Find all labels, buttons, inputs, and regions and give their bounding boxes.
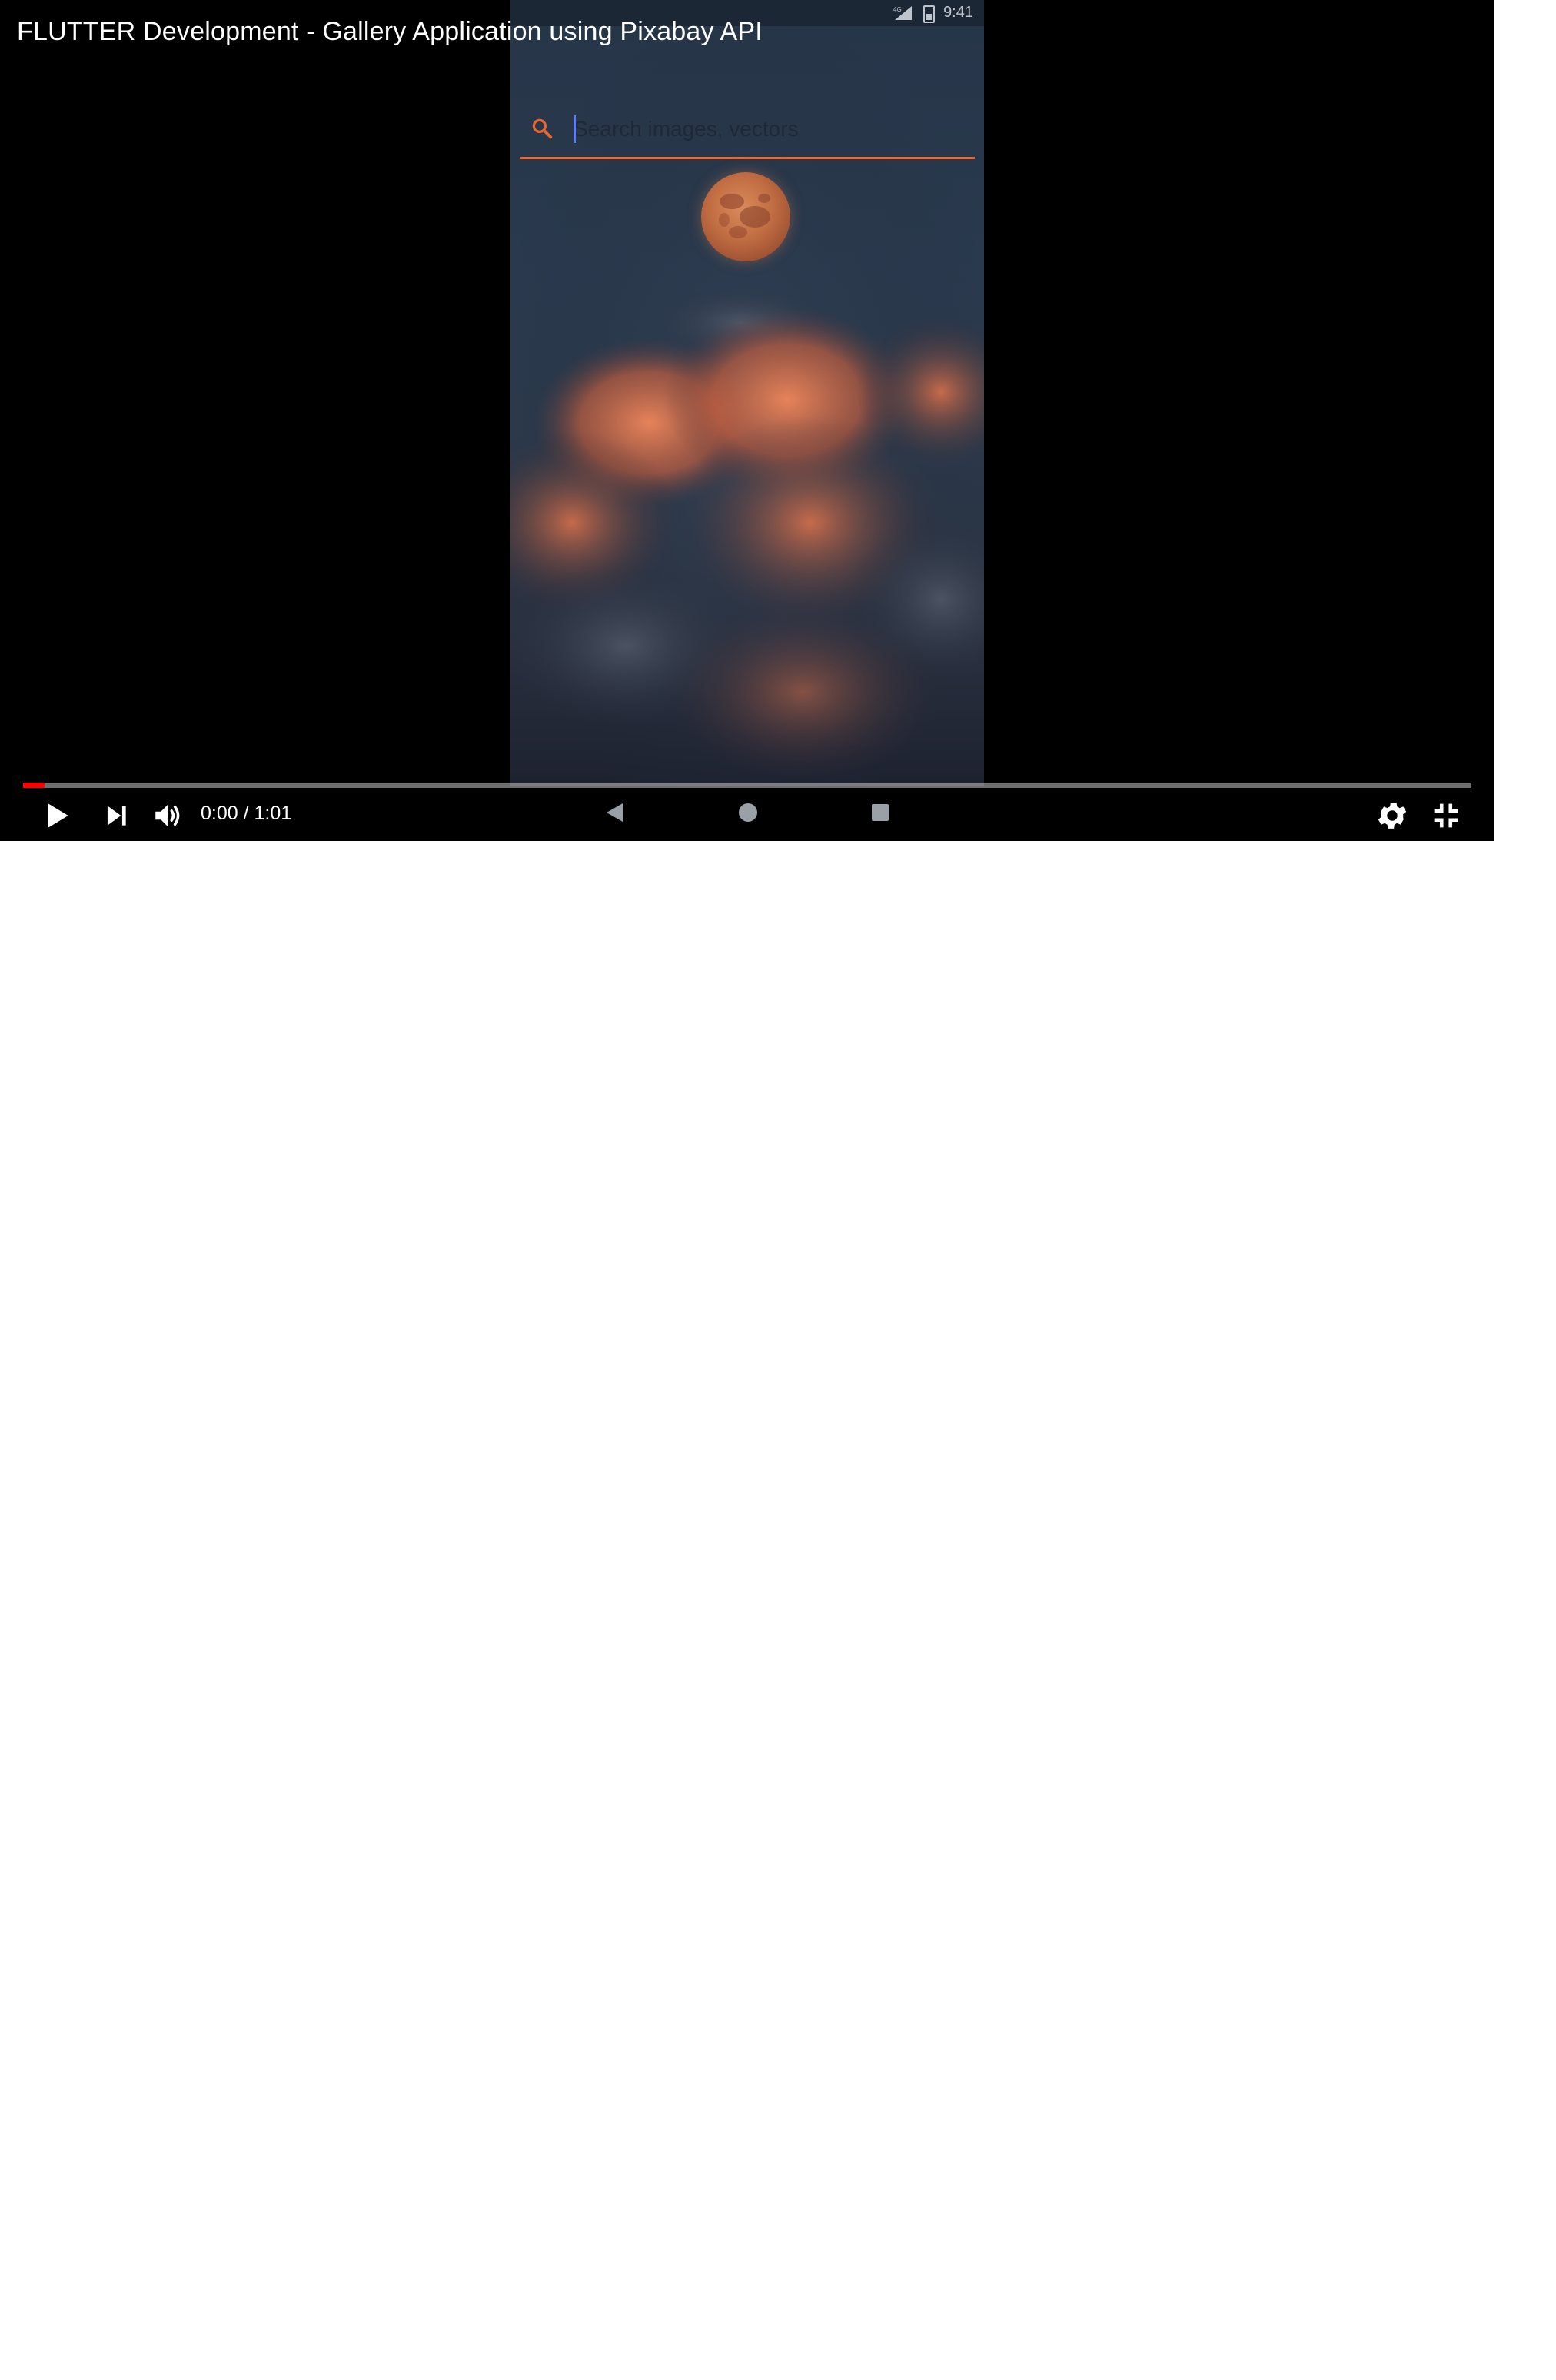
search-icon[interactable] [530,117,554,140]
signal-icon: 4G [893,6,912,20]
signal-label: 4G [893,6,902,13]
play-icon[interactable] [40,799,72,832]
home-circle-icon [739,803,757,822]
progress-bar-played [23,783,45,788]
moon-craters [719,194,770,238]
moon-image [701,172,790,261]
time-display: 0:00 / 1:01 [201,803,291,825]
player-controls: 0:00 / 1:01 [0,792,1494,841]
duration: 1:01 [254,803,292,824]
progress-bar[interactable] [23,783,1471,788]
search-input[interactable] [574,114,958,145]
video-frame: 4G 9:41 [510,0,984,786]
time-separator: / [243,803,249,824]
clouds-image [510,292,984,784]
next-icon[interactable] [101,801,131,830]
text-caret [574,115,576,143]
video-title[interactable]: FLUTTER Development - Gallery Applicatio… [17,17,763,47]
exit-fullscreen-icon[interactable] [1428,798,1464,833]
battery-icon [923,5,935,23]
volume-icon[interactable] [151,799,185,832]
recents-square-icon [872,804,889,821]
status-time: 9:41 [943,4,973,21]
video-player[interactable]: 4G 9:41 Search images, vectors FLUTTER D… [0,0,1494,841]
gear-icon[interactable] [1375,798,1410,833]
back-triangle-icon [607,803,623,822]
search-bar[interactable] [520,106,975,159]
current-time: 0:00 [201,803,238,824]
